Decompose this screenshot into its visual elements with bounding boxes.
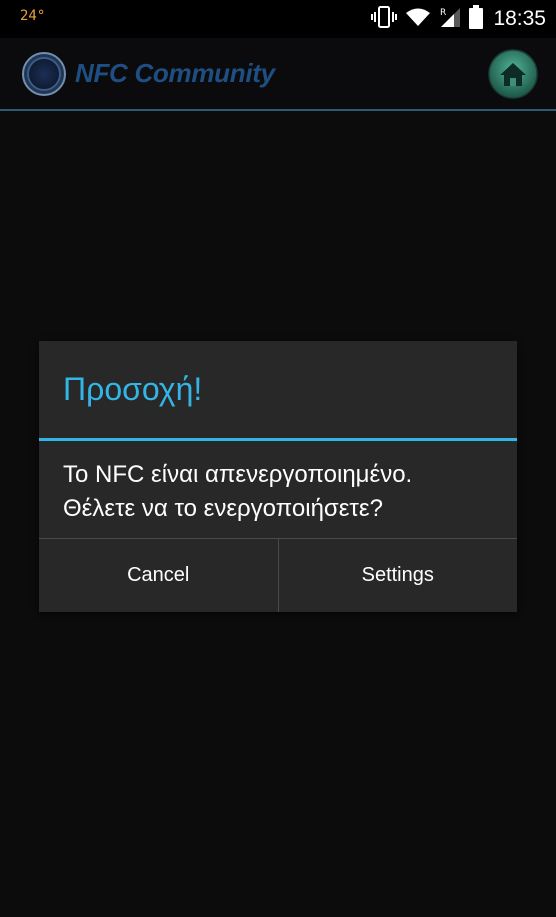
- home-icon: [488, 49, 538, 103]
- action-bar-divider: [0, 109, 556, 111]
- signal-roaming-badge: R: [440, 8, 446, 18]
- screen: 24° R 18:35 NFC Community Προσοχή! Το NF…: [0, 0, 556, 917]
- action-bar: NFC Community: [0, 38, 556, 109]
- cancel-button[interactable]: Cancel: [39, 539, 278, 612]
- nfc-disabled-dialog: Προσοχή! Το NFC είναι απενεργοποιημένο. …: [39, 341, 517, 612]
- vibrate-icon: [371, 6, 398, 32]
- dialog-title: Προσοχή!: [63, 371, 203, 407]
- temperature-text: 24°: [20, 8, 46, 24]
- dialog-message-line1: Το NFC είναι απενεργοποιημένο.: [63, 461, 413, 488]
- signal-icon: R: [439, 6, 461, 32]
- status-bar: 24° R 18:35: [0, 0, 556, 38]
- wifi-icon: [405, 7, 431, 31]
- dialog-title-divider: [39, 438, 517, 441]
- clock-text: 18:35: [493, 7, 546, 30]
- dialog-message: Το NFC είναι απενεργοποιημένο. Θέλετε να…: [63, 458, 503, 526]
- status-icons: R 18:35: [371, 0, 546, 38]
- nfc-ring-icon: [21, 51, 67, 97]
- dialog-message-line2: Θέλετε να το ενεργοποιήσετε?: [63, 495, 383, 522]
- battery-icon: [469, 5, 484, 33]
- settings-button[interactable]: Settings: [279, 539, 518, 612]
- home-button[interactable]: [488, 49, 538, 99]
- app-title: NFC Community: [75, 58, 275, 88]
- dialog-buttons: Cancel Settings: [39, 539, 517, 612]
